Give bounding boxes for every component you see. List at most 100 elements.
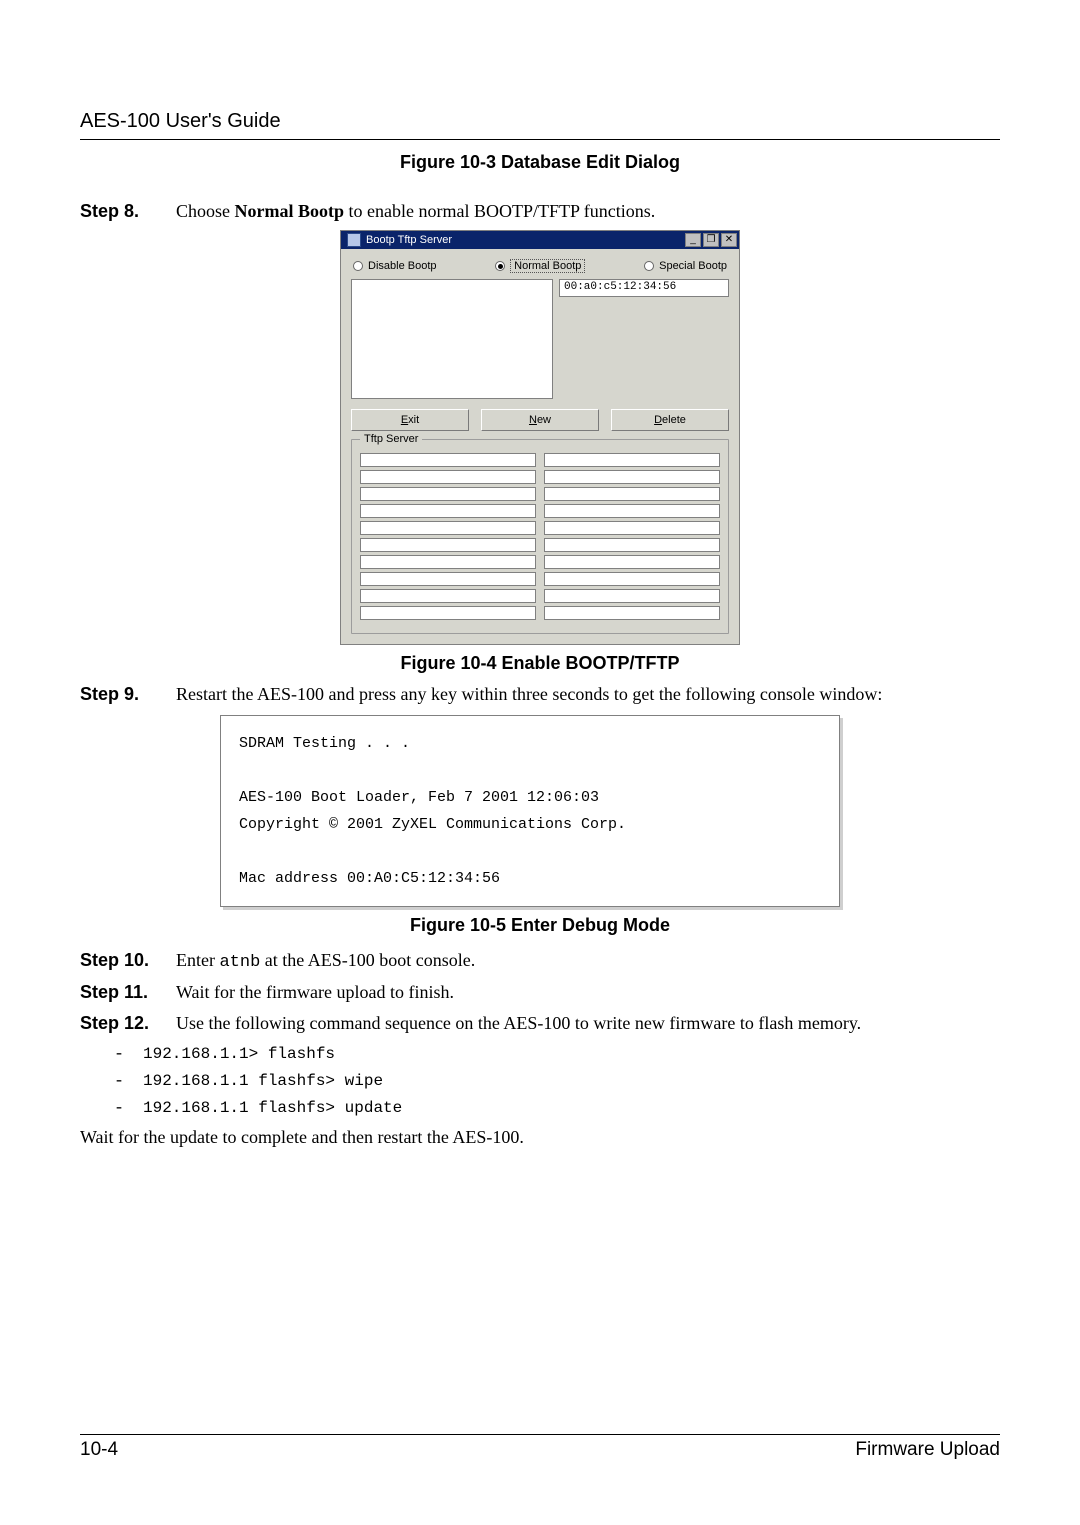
footer-section: Firmware Upload (855, 1439, 1000, 1461)
tftp-server-group: Tftp Server (351, 439, 729, 634)
console-line-1: SDRAM Testing . . . (239, 735, 410, 752)
command-row-1: - 192.168.1.1> flashfs (116, 1042, 1000, 1063)
step-12-label: Step 12. (80, 1013, 162, 1034)
tftp-cell[interactable] (544, 572, 720, 586)
tftp-cell[interactable] (544, 453, 720, 467)
tftp-cell[interactable] (360, 504, 536, 518)
tftp-cell[interactable] (360, 538, 536, 552)
tftp-cell[interactable] (544, 470, 720, 484)
delete-underline: D (654, 414, 662, 426)
step-12: Step 12. Use the following command seque… (80, 1013, 1000, 1034)
tftp-cell[interactable] (360, 487, 536, 501)
closing-text: Wait for the update to complete and then… (80, 1127, 1000, 1148)
window-title-bar[interactable]: Bootp Tftp Server _ ❐ ✕ (341, 231, 739, 249)
tftp-row-4 (360, 504, 720, 518)
radio-normal-bootp[interactable]: Normal Bootp (495, 259, 585, 273)
command-2: 192.168.1.1 flashfs> wipe (143, 1072, 383, 1090)
new-button[interactable]: New (481, 409, 599, 431)
command-3: 192.168.1.1 flashfs> update (143, 1099, 402, 1117)
radio-icon (495, 261, 505, 271)
step-10-label: Step 10. (80, 950, 162, 972)
tftp-cell[interactable] (360, 470, 536, 484)
console-line-6: Mac address 00:A0:C5:12:34:56 (239, 870, 500, 887)
radio-special-label: Special Bootp (659, 260, 727, 272)
tftp-cell[interactable] (544, 589, 720, 603)
tftp-group-title: Tftp Server (360, 433, 422, 445)
tftp-row-3 (360, 487, 720, 501)
step-11-label: Step 11. (80, 982, 162, 1003)
bootp-tftp-window: Bootp Tftp Server _ ❐ ✕ Disable Bootp No… (340, 230, 740, 645)
minimize-button[interactable]: _ (685, 233, 701, 247)
command-row-2: - 192.168.1.1 flashfs> wipe (116, 1069, 1000, 1090)
tftp-cell[interactable] (360, 555, 536, 569)
step-8-bold: Normal Bootp (235, 201, 345, 221)
footer-rule (80, 1434, 1000, 1435)
tftp-cell[interactable] (360, 589, 536, 603)
step-9-body: Restart the AES-100 and press any key wi… (176, 684, 1000, 705)
tftp-row-9 (360, 589, 720, 603)
radio-disable-label: Disable Bootp (368, 260, 437, 272)
step-9-label: Step 9. (80, 684, 162, 705)
new-underline: N (529, 414, 537, 426)
console-output: SDRAM Testing . . . AES-100 Boot Loader,… (220, 715, 840, 907)
step-8: Step 8. Choose Normal Bootp to enable no… (80, 201, 1000, 222)
mac-list-box[interactable] (351, 279, 553, 399)
step-11-body: Wait for the firmware upload to finish. (176, 982, 1000, 1003)
step-9: Step 9. Restart the AES-100 and press an… (80, 684, 1000, 705)
tftp-row-5 (360, 521, 720, 535)
mac-row: 00:a0:c5:12:34:56 (351, 279, 729, 399)
step-8-prefix: Choose (176, 201, 235, 221)
window-controls: _ ❐ ✕ (685, 233, 737, 247)
tftp-cell[interactable] (360, 521, 536, 535)
mac-address-input[interactable]: 00:a0:c5:12:34:56 (559, 279, 729, 297)
step-10-suffix: at the AES-100 boot console. (260, 950, 475, 970)
radio-normal-label: Normal Bootp (510, 259, 585, 273)
command-list: - 192.168.1.1> flashfs - 192.168.1.1 fla… (116, 1042, 1000, 1117)
tftp-cell[interactable] (544, 538, 720, 552)
close-button[interactable]: ✕ (721, 233, 737, 247)
step-10: Step 10. Enter atnb at the AES-100 boot … (80, 950, 1000, 972)
tftp-cell[interactable] (544, 555, 720, 569)
page-footer: 10-4 Firmware Upload (80, 1434, 1000, 1461)
running-header: AES-100 User's Guide (80, 110, 1000, 133)
tftp-cell[interactable] (544, 521, 720, 535)
command-row-3: - 192.168.1.1 flashfs> update (116, 1096, 1000, 1117)
console-line-4: Copyright © 2001 ZyXEL Communications Co… (239, 816, 626, 833)
tftp-cell[interactable] (544, 504, 720, 518)
delete-button[interactable]: Delete (611, 409, 729, 431)
tftp-row-8 (360, 572, 720, 586)
step-12-body: Use the following command sequence on th… (176, 1013, 1000, 1034)
window-app-icon (347, 233, 361, 247)
document-page: AES-100 User's Guide Figure 10-3 Databas… (0, 0, 1080, 1525)
tftp-cell[interactable] (360, 606, 536, 620)
maximize-button[interactable]: ❐ (703, 233, 719, 247)
tftp-row-10 (360, 606, 720, 620)
step-10-body: Enter atnb at the AES-100 boot console. (176, 950, 1000, 972)
figure-10-3-caption: Figure 10-3 Database Edit Dialog (80, 152, 1000, 173)
exit-button[interactable]: Exit (351, 409, 469, 431)
radio-icon (644, 261, 654, 271)
delete-rest: elete (662, 414, 686, 426)
figure-10-4-caption: Figure 10-4 Enable BOOTP/TFTP (80, 653, 1000, 674)
tftp-cell[interactable] (544, 606, 720, 620)
footer-page-number: 10-4 (80, 1439, 118, 1461)
step-11: Step 11. Wait for the firmware upload to… (80, 982, 1000, 1003)
tftp-cell[interactable] (360, 572, 536, 586)
console-line-3: AES-100 Boot Loader, Feb 7 2001 12:06:03 (239, 789, 599, 806)
exit-rest: xit (408, 414, 419, 426)
step-8-body: Choose Normal Bootp to enable normal BOO… (176, 201, 1000, 222)
button-row: Exit New Delete (351, 409, 729, 431)
tftp-row-7 (360, 555, 720, 569)
tftp-cell[interactable] (544, 487, 720, 501)
radio-row: Disable Bootp Normal Bootp Special Bootp (351, 255, 729, 279)
tftp-row-1 (360, 453, 720, 467)
figure-10-5-caption: Figure 10-5 Enter Debug Mode (80, 915, 1000, 936)
radio-special-bootp[interactable]: Special Bootp (644, 259, 727, 273)
radio-disable-bootp[interactable]: Disable Bootp (353, 259, 437, 273)
step-10-tt: atnb (219, 953, 260, 972)
tftp-cell[interactable] (360, 453, 536, 467)
command-1: 192.168.1.1> flashfs (143, 1045, 335, 1063)
tftp-row-2 (360, 470, 720, 484)
step-8-label: Step 8. (80, 201, 162, 222)
step-10-prefix: Enter (176, 950, 219, 970)
